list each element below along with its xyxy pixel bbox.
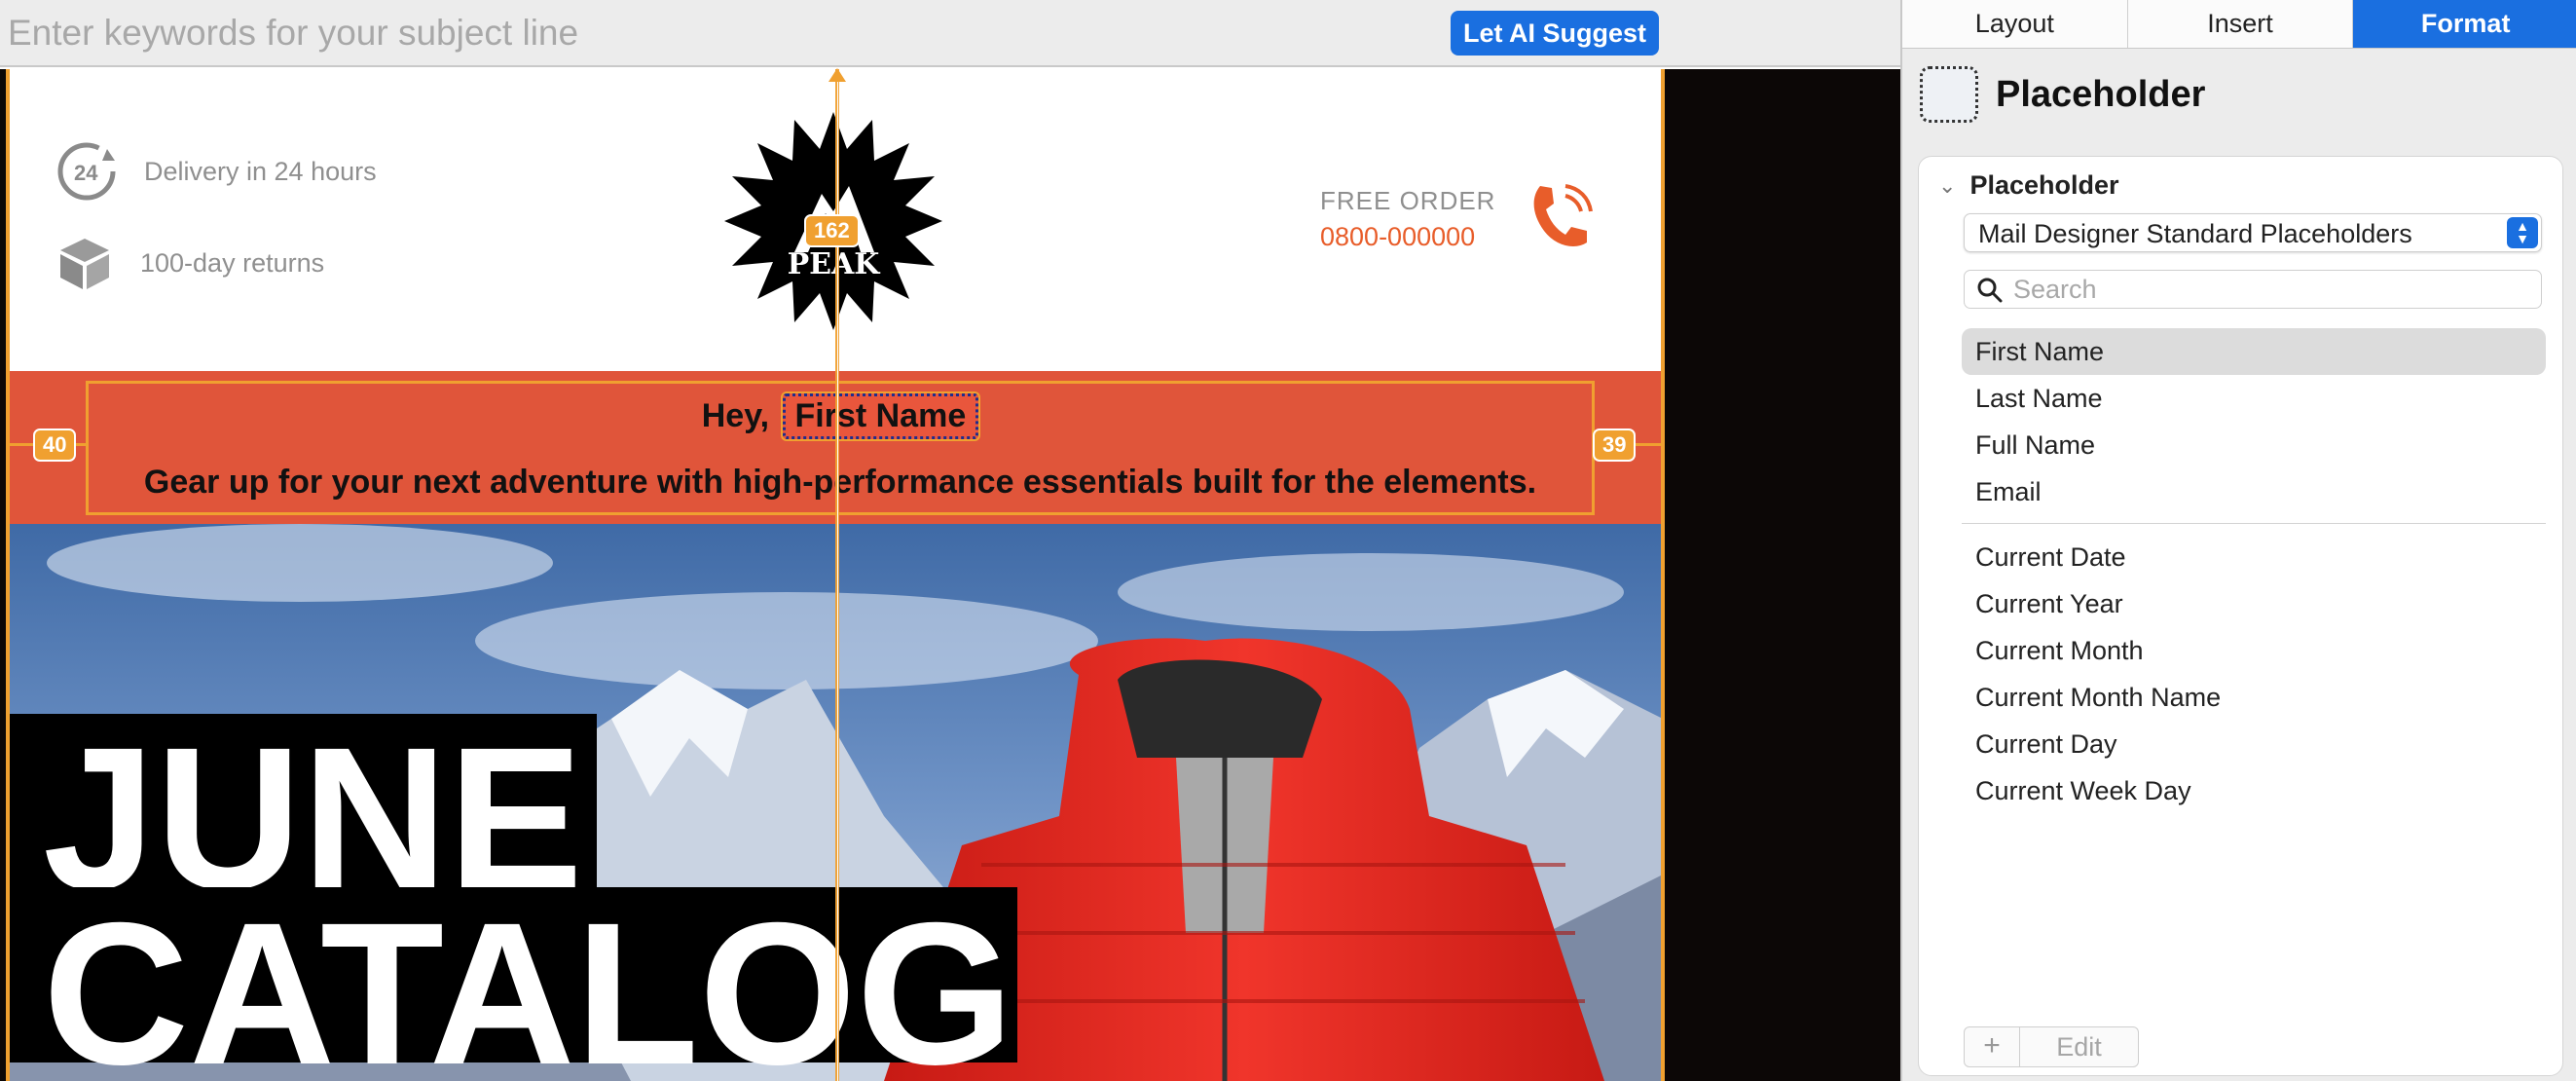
list-item-last-name[interactable]: Last Name <box>1962 375 2546 422</box>
hero-title-catalog: CATALOG <box>8 887 1017 1081</box>
greeting-text-box[interactable]: Hey, First Name Gear up for your next ad… <box>86 381 1595 515</box>
list-item-email[interactable]: Email <box>1962 468 2546 515</box>
subject-keywords-input[interactable] <box>8 8 1419 58</box>
list-item-current-month[interactable]: Current Month <box>1962 627 2546 674</box>
right-spacing-badge: 39 <box>1593 429 1637 462</box>
delivery-feature: 24 Delivery in 24 hours <box>55 139 377 204</box>
left-spacing-badge: 40 <box>33 429 77 462</box>
subject-bar: Let AI Suggest <box>0 0 1900 67</box>
placeholder-icon <box>1920 66 1978 123</box>
list-item-current-month-name[interactable]: Current Month Name <box>1962 674 2546 721</box>
returns-label: 100-day returns <box>140 247 325 278</box>
search-input[interactable] <box>2013 274 2529 305</box>
tab-layout[interactable]: Layout <box>1902 0 2128 48</box>
section-title: Placeholder <box>1969 170 2119 200</box>
select-value: Mail Designer Standard Placeholders <box>1978 219 2412 248</box>
free-order-phone: 0800-000000 <box>1320 222 1476 251</box>
list-item-current-day[interactable]: Current Day <box>1962 721 2546 767</box>
search-icon <box>1977 278 2003 303</box>
list-item-full-name[interactable]: Full Name <box>1962 422 2546 468</box>
placeholder-search-field[interactable] <box>1964 270 2542 309</box>
guide-arrow-up-icon <box>828 68 846 82</box>
list-item-first-name[interactable]: First Name <box>1962 328 2546 375</box>
panel-header: Placeholder <box>1920 66 2205 123</box>
returns-feature: 100-day returns <box>55 233 324 293</box>
greeting-line: Hey, First Name <box>89 393 1592 439</box>
list-actions: + Edit <box>1964 1026 2139 1067</box>
placeholder-source-select[interactable]: Mail Designer Standard Placeholders ▲ ▼ <box>1964 213 2542 252</box>
panel-title: Placeholder <box>1996 73 2206 115</box>
top-spacing-badge: 162 <box>804 214 860 247</box>
banner-subline: Gear up for your next adventure with hig… <box>143 464 1537 501</box>
add-placeholder-button[interactable]: + <box>1964 1026 2020 1067</box>
list-divider <box>1962 523 2546 524</box>
placeholder-section-header[interactable]: ⌄ Placeholder <box>1938 170 2119 201</box>
delivery-label: Delivery in 24 hours <box>144 156 377 186</box>
logo-text: PEAK <box>788 247 881 281</box>
tab-insert[interactable]: Insert <box>2127 0 2354 48</box>
list-item-current-week-day[interactable]: Current Week Day <box>1962 767 2546 814</box>
delivery-icon-text: 24 <box>74 161 98 185</box>
edit-placeholder-button[interactable]: Edit <box>2020 1026 2139 1067</box>
let-ai-suggest-button[interactable]: Let AI Suggest <box>1451 11 1659 56</box>
hero-title-june: JUNE <box>8 714 597 920</box>
free-order-label: FREE ORDER <box>1320 186 1496 215</box>
inspector-panel: Layout Insert Format Placeholder ⌄ Place… <box>1900 0 2576 1081</box>
greeting-text: Hey, <box>701 397 770 434</box>
first-name-placeholder-token[interactable]: First Name <box>782 393 979 439</box>
inspector-tabs: Layout Insert Format <box>1902 0 2576 49</box>
placeholder-section-card: ⌄ Placeholder Mail Designer Standard Pla… <box>1918 156 2563 1076</box>
free-order-block: FREE ORDER 0800-000000 <box>1320 186 1495 252</box>
phone-icon <box>1533 184 1593 246</box>
design-canvas: 24 Delivery in 24 hours 100-day returns … <box>0 69 1900 1081</box>
select-stepper-icon[interactable]: ▲ ▼ <box>2507 217 2538 248</box>
list-item-current-year[interactable]: Current Year <box>1962 580 2546 627</box>
chevron-down-icon[interactable]: ⌄ <box>1938 173 1956 199</box>
delivery-24h-icon: 24 <box>57 142 116 201</box>
box-icon <box>60 239 109 289</box>
tab-format[interactable]: Format <box>2353 0 2576 48</box>
placeholder-list: First Name Last Name Full Name Email Cur… <box>1962 328 2546 814</box>
list-item-current-date[interactable]: Current Date <box>1962 534 2546 580</box>
